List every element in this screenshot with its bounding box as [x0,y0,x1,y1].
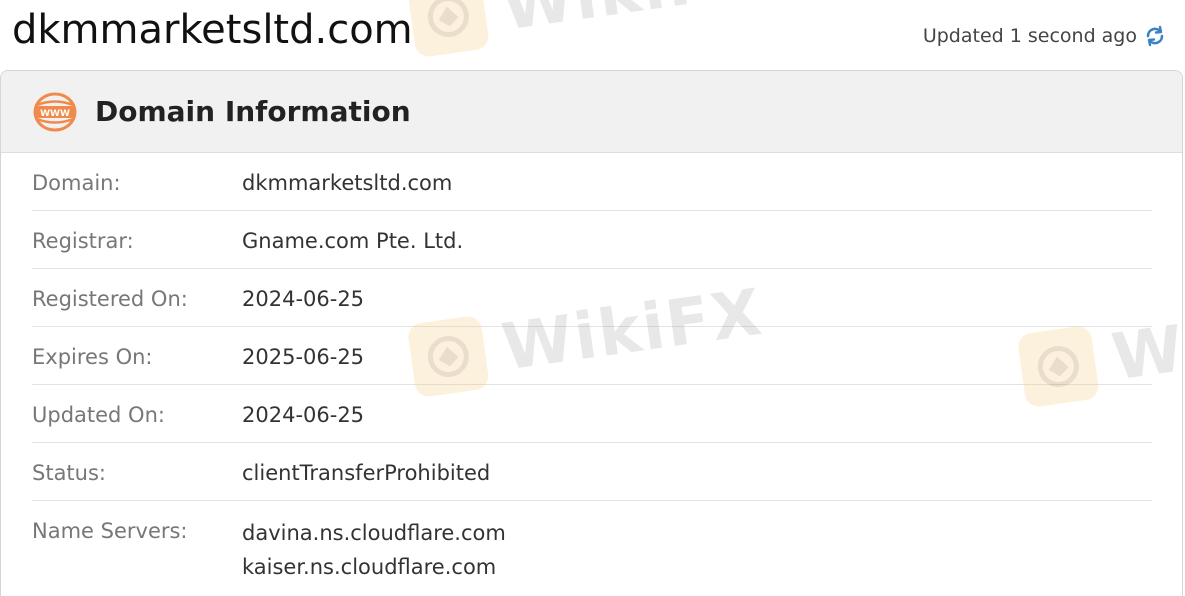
row-value: clientTransferProhibited [242,461,491,485]
www-icon: WWW [33,92,77,132]
update-status: Updated 1 second ago [923,24,1167,48]
info-row-status: Status: clientTransferProhibited [32,443,1152,501]
page-title: dkmmarketsltd.com [12,7,413,53]
row-value: 2025-06-25 [242,345,365,369]
row-value: 2024-06-25 [242,403,365,427]
refresh-icon[interactable] [1143,24,1167,48]
watermark-text: WikiFX [498,0,768,45]
row-label: Status: [32,461,106,485]
row-label: Registrar: [32,229,134,253]
row-value: 2024-06-25 [242,287,365,311]
info-row-registered-on: Registered On: 2024-06-25 [32,269,1152,327]
info-row-registrar: Registrar: Gname.com Pte. Ltd. [32,211,1152,269]
row-label: Expires On: [32,345,153,369]
name-server: kaiser.ns.cloudflare.com [242,555,497,579]
card-header: WWW Domain Information [1,71,1182,153]
watermark: WikiFX [406,0,768,59]
row-label: Domain: [32,171,121,195]
row-label: Updated On: [32,403,165,427]
row-value: dkmmarketsltd.com [242,171,453,195]
row-value: Gname.com Pte. Ltd. [242,229,464,253]
domain-info-card: WWW Domain Information Domain: dkmmarket… [0,70,1183,596]
row-value: davina.ns.cloudflare.com kaiser.ns.cloud… [242,516,506,584]
svg-text:WWW: WWW [40,109,70,119]
name-server: davina.ns.cloudflare.com [242,521,506,545]
row-label: Name Servers: [32,519,188,543]
info-row-updated-on: Updated On: 2024-06-25 [32,385,1152,443]
info-row-expires-on: Expires On: 2025-06-25 [32,327,1152,385]
domain-info-list: Domain: dkmmarketsltd.com Registrar: Gna… [32,153,1152,584]
card-title: Domain Information [95,95,411,128]
wikifx-logo-icon [406,0,491,59]
row-label: Registered On: [32,287,188,311]
updated-text: Updated 1 second ago [922,25,1137,47]
info-row-domain: Domain: dkmmarketsltd.com [32,153,1152,211]
info-row-name-servers: Name Servers: davina.ns.cloudflare.com k… [32,501,1152,584]
